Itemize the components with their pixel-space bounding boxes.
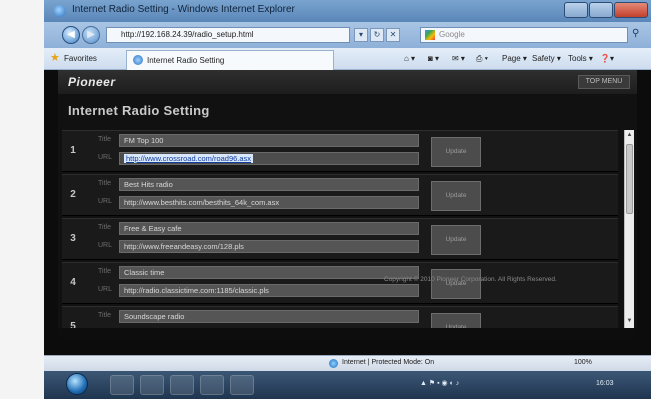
favorites-star-icon[interactable]: ★: [50, 51, 60, 64]
station-title-field[interactable]: Free & Easy cafe: [119, 222, 419, 235]
station-url-field[interactable]: http://www.crossroad.com/road96.asx: [119, 152, 419, 165]
notification-area[interactable]: ▲ ⚑ ▪ ◉ ◐ ♪: [420, 379, 459, 387]
station-title-field[interactable]: Soundscape radio: [119, 310, 419, 323]
station-row-3: 3 Title Free & Easy cafe URL http://www.…: [62, 218, 618, 260]
station-url-field[interactable]: http://www.besthits.com/besthits_64k_com…: [119, 196, 419, 209]
search-placeholder: Google: [439, 30, 465, 39]
station-row-5: 5 Title Soundscape radio Update: [62, 306, 618, 328]
update-button[interactable]: Update: [431, 137, 481, 167]
safety-menu[interactable]: Safety ▾: [532, 54, 561, 63]
back-button[interactable]: ◀: [62, 26, 80, 44]
page-footer: [58, 328, 637, 338]
status-bar: Internet | Protected Mode: On 100%: [44, 355, 651, 371]
title-label: Title: [98, 268, 111, 275]
feeds-icon[interactable]: ◙ ▾: [428, 54, 439, 63]
station-title-field[interactable]: FM Top 100: [119, 134, 419, 147]
close-button[interactable]: [614, 2, 648, 18]
tools-menu[interactable]: Tools ▾: [568, 54, 593, 63]
scroll-down-icon[interactable]: ▼: [625, 318, 634, 324]
station-number: 4: [70, 277, 76, 288]
station-number: 1: [70, 145, 76, 156]
web-page: Pioneer TOP MENU Internet Radio Setting …: [58, 70, 637, 338]
page-icon: [133, 55, 143, 65]
screen: Internet Radio Setting - Windows Interne…: [44, 0, 651, 399]
address-bar[interactable]: http://192.168.24.39/radio_setup.html: [106, 27, 350, 43]
scroll-thumb[interactable]: [626, 144, 633, 214]
windows-taskbar: ▲ ⚑ ▪ ◉ ◐ ♪ 16:03: [44, 371, 651, 399]
page-scrollbar[interactable]: ▲ ▼: [624, 130, 634, 328]
print-icon[interactable]: ⎙ ▾: [476, 54, 488, 64]
media-player-taskbar-icon[interactable]: [170, 375, 194, 395]
station-number: 2: [70, 189, 76, 200]
station-row-4: 4 Title Classic time URL http://radio.cl…: [62, 262, 618, 304]
update-button[interactable]: Update: [431, 269, 481, 299]
pioneer-logo: Pioneer: [68, 75, 116, 89]
monitor-bezel-left: [0, 0, 44, 399]
station-title-field[interactable]: Classic time: [119, 266, 419, 279]
app-taskbar-icon[interactable]: [200, 375, 224, 395]
explorer-taskbar-icon[interactable]: [140, 375, 164, 395]
top-menu-button[interactable]: TOP MENU: [578, 75, 630, 89]
mail-icon[interactable]: ✉ ▾: [452, 54, 465, 63]
station-url-field[interactable]: http://radio.classictime.com:1185/classi…: [119, 284, 419, 297]
station-title-field[interactable]: Best Hits radio: [119, 178, 419, 191]
start-button[interactable]: [66, 373, 88, 395]
update-button[interactable]: Update: [431, 225, 481, 255]
title-label: Title: [98, 312, 111, 319]
brand-bar: Pioneer TOP MENU: [58, 70, 637, 94]
monitor-bezel-right: [651, 0, 671, 399]
app-taskbar-icon[interactable]: [230, 375, 254, 395]
globe-icon: [329, 359, 338, 368]
minimize-button[interactable]: [564, 2, 588, 18]
search-icon[interactable]: ⚲: [632, 28, 639, 39]
security-zone: Internet | Protected Mode: On: [342, 359, 435, 366]
selected-url-text: http://www.crossroad.com/road96.asx: [124, 154, 254, 163]
window-titlebar[interactable]: Internet Radio Setting - Windows Interne…: [44, 0, 651, 22]
window-title: Internet Radio Setting - Windows Interne…: [72, 4, 295, 15]
url-label: URL: [98, 154, 113, 161]
update-button[interactable]: Update: [431, 181, 481, 211]
title-label: Title: [98, 136, 111, 143]
taskbar-clock[interactable]: 16:03: [596, 380, 614, 387]
station-row-1: 1 Title FM Top 100 URL http://www.crossr…: [62, 130, 618, 172]
station-row-2: 2 Title Best Hits radio URL http://www.b…: [62, 174, 618, 216]
tab-internet-radio-setting[interactable]: Internet Radio Setting: [126, 50, 334, 70]
title-label: Title: [98, 224, 111, 231]
favorites-button[interactable]: Favorites: [64, 54, 97, 63]
title-label: Title: [98, 180, 111, 187]
ie-icon: [54, 5, 66, 17]
maximize-button[interactable]: [589, 2, 613, 18]
address-row: ◀ ▶ http://192.168.24.39/radio_setup.htm…: [44, 22, 651, 48]
dropdown-icon[interactable]: ▾: [354, 28, 368, 42]
search-input[interactable]: Google: [420, 27, 628, 43]
url-label: URL: [98, 242, 113, 249]
url-label: URL: [98, 198, 113, 205]
station-number: 3: [70, 233, 76, 244]
station-url-field[interactable]: http://www.freeandeasy.com/128.pls: [119, 240, 419, 253]
address-text: http://192.168.24.39/radio_setup.html: [121, 30, 254, 39]
home-icon[interactable]: ⌂ ▾: [404, 54, 415, 63]
refresh-icon[interactable]: ↻: [370, 28, 384, 42]
scroll-up-icon[interactable]: ▲: [625, 132, 634, 138]
station-number: 5: [70, 321, 76, 328]
google-icon: [425, 30, 435, 40]
page-menu[interactable]: Page ▾: [502, 54, 527, 63]
forward-button[interactable]: ▶: [82, 26, 100, 44]
update-button[interactable]: Update: [431, 313, 481, 328]
help-icon[interactable]: ❓▾: [600, 54, 614, 63]
url-label: URL: [98, 286, 113, 293]
favorites-bar: ★ Favorites Internet Radio Setting ⌂ ▾ ◙…: [44, 48, 651, 70]
ie-taskbar-icon[interactable]: [110, 375, 134, 395]
page-title: Internet Radio Setting: [68, 103, 210, 118]
stop-icon[interactable]: ✕: [386, 28, 400, 42]
zoom-level[interactable]: 100%: [574, 359, 592, 366]
copyright-text: Copyright © 2010 Pioneer Corporation. Al…: [384, 276, 557, 283]
station-list: 1 Title FM Top 100 URL http://www.crossr…: [58, 130, 629, 328]
tab-label: Internet Radio Setting: [147, 56, 225, 65]
